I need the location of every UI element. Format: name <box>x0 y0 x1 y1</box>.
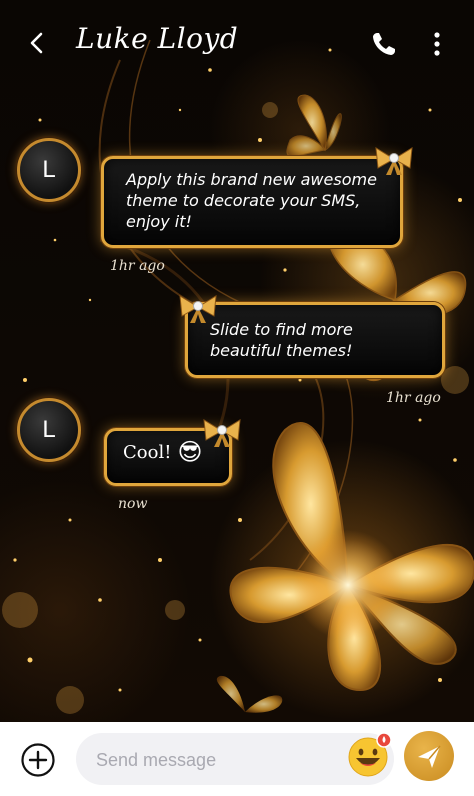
avatar-initial: L <box>42 156 56 183</box>
emoji-face-icon[interactable] <box>346 731 394 779</box>
more-vertical-icon[interactable] <box>426 28 448 60</box>
phone-icon[interactable] <box>368 28 400 60</box>
bow-decoration-icon <box>375 147 413 175</box>
message-text: Apply this brand new awesome theme to de… <box>126 170 377 231</box>
avatar-initial: L <box>42 416 56 443</box>
contact-avatar[interactable]: L <box>17 138 81 202</box>
bow-decoration-icon <box>203 419 241 447</box>
message-timestamp: 1hr ago <box>386 390 441 406</box>
back-arrow-icon[interactable] <box>22 28 52 58</box>
outgoing-message-bubble[interactable]: Slide to find more beautiful themes! <box>185 302 445 378</box>
bow-decoration-icon <box>179 295 217 323</box>
send-icon <box>418 745 441 768</box>
sunglasses-emoji: 😎 <box>177 437 203 466</box>
message-text: Cool! <box>123 441 172 463</box>
incoming-message-bubble[interactable]: Apply this brand new awesome theme to de… <box>101 156 403 248</box>
contact-name: Luke Lloyd <box>76 22 239 55</box>
send-button[interactable] <box>404 731 454 781</box>
conversation-header: Luke Lloyd <box>0 0 474 86</box>
contact-avatar[interactable]: L <box>17 398 81 462</box>
message-input[interactable] <box>94 733 328 787</box>
message-timestamp: 1hr ago <box>110 258 165 274</box>
message-text: Slide to find more beautiful themes! <box>210 320 353 360</box>
plus-circle-icon[interactable] <box>20 742 56 778</box>
message-composer <box>0 722 474 796</box>
message-timestamp: now <box>118 496 148 512</box>
